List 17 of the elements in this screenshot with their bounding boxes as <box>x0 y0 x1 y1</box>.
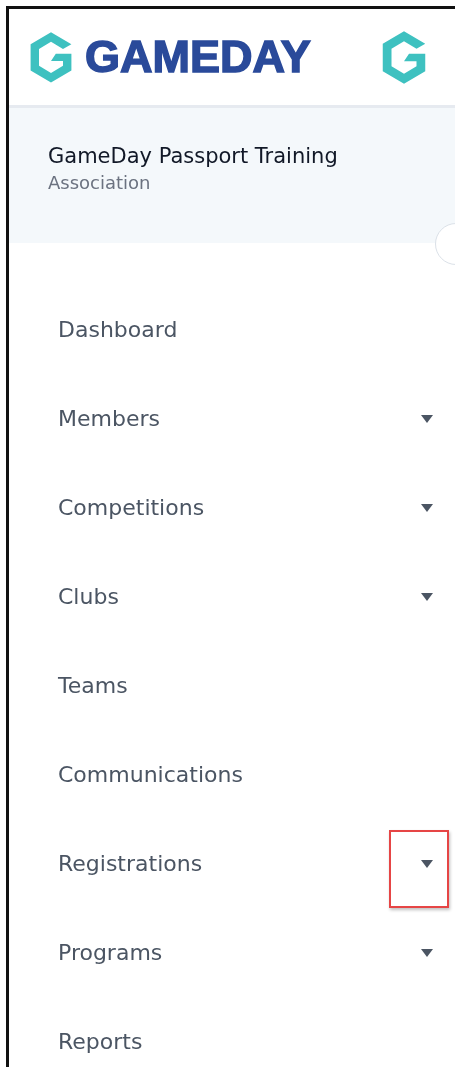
nav-item[interactable]: Competitions <box>58 495 205 520</box>
nav-item[interactable]: Clubs <box>58 584 119 609</box>
nav-item[interactable]: Registrations <box>58 851 203 876</box>
logo-wordmark: GAMEDAY <box>85 31 311 83</box>
nav-item[interactable]: Programs <box>58 940 163 965</box>
nav-item[interactable]: Dashboard <box>58 317 178 342</box>
caret-icon[interactable] <box>421 948 433 957</box>
nav-item[interactable]: Teams <box>58 673 128 698</box>
nav-item[interactable]: Communications <box>58 762 243 787</box>
organisation-type: Association <box>48 172 152 193</box>
organisation-name: GameDay Passport Training <box>48 144 339 168</box>
nav-item[interactable]: Reports <box>58 1029 143 1054</box>
nav-item[interactable]: Members <box>58 406 160 431</box>
caret-icon[interactable] <box>421 414 433 423</box>
caret-icon[interactable] <box>421 859 433 868</box>
caret-icon[interactable] <box>421 503 433 512</box>
caret-icon[interactable] <box>421 592 433 601</box>
